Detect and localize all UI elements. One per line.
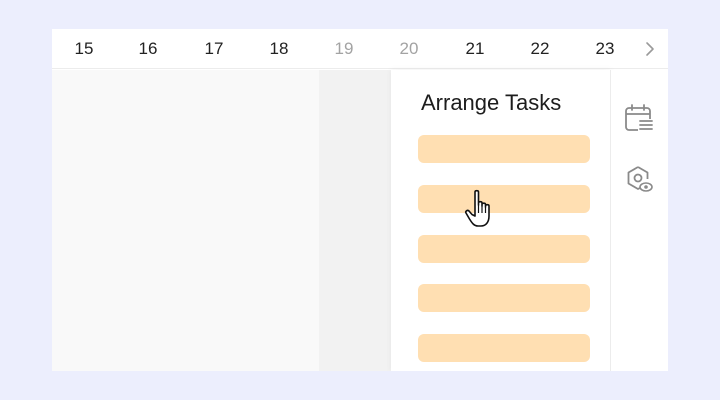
chevron-right-icon — [646, 42, 654, 56]
weekend-column — [319, 70, 391, 371]
date-19[interactable]: 19 — [324, 39, 364, 59]
date-20[interactable]: 20 — [389, 39, 429, 59]
task-bar[interactable] — [418, 185, 590, 213]
right-toolbar — [611, 70, 668, 371]
date-16[interactable]: 16 — [128, 39, 168, 59]
date-15[interactable]: 15 — [64, 39, 104, 59]
date-23[interactable]: 23 — [585, 39, 625, 59]
date-17[interactable]: 17 — [194, 39, 234, 59]
task-bar[interactable] — [418, 235, 590, 263]
scheduler-card: 15 16 17 18 19 20 21 22 23 Arrange Tasks — [52, 29, 668, 371]
task-bar[interactable] — [418, 284, 590, 312]
schedule-button[interactable] — [624, 103, 654, 133]
arrange-tasks-panel: Arrange Tasks — [391, 70, 611, 371]
date-header-row: 15 16 17 18 19 20 21 22 23 — [52, 29, 668, 69]
date-21[interactable]: 21 — [455, 39, 495, 59]
date-18[interactable]: 18 — [259, 39, 299, 59]
date-22[interactable]: 22 — [520, 39, 560, 59]
view-settings-button[interactable] — [624, 164, 654, 194]
task-bar[interactable] — [418, 135, 590, 163]
panel-title: Arrange Tasks — [421, 90, 562, 115]
task-bar[interactable] — [418, 334, 590, 362]
settings-eye-icon — [627, 166, 653, 192]
next-dates-button[interactable] — [636, 37, 664, 61]
calendar-list-icon — [625, 104, 654, 131]
